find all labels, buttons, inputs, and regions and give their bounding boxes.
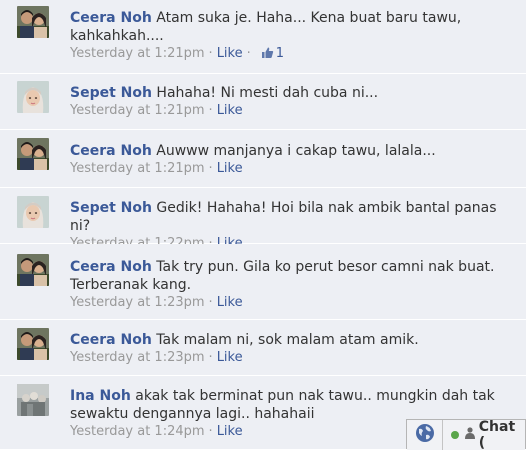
avatar[interactable] [17, 254, 49, 286]
comment-body: Ceera Noh Atam suka je. Haha... Kena bua… [70, 9, 520, 63]
separator: · [208, 46, 213, 61]
separator: · [208, 424, 213, 439]
comment-timestamp[interactable]: Yesterday at 1:24pm [70, 424, 205, 439]
comment-meta: Yesterday at 1:23pm · Like [70, 294, 520, 312]
comment-timestamp[interactable]: Yesterday at 1:23pm [70, 350, 205, 365]
like-link[interactable]: Like [217, 46, 243, 61]
comment-meta: Yesterday at 1:21pm · Like · 1 [70, 45, 520, 63]
avatar[interactable] [17, 81, 49, 113]
comment-item: Ceera Noh Tak try pun. Gila ko perut bes… [0, 244, 526, 320]
separator: · [208, 295, 213, 310]
separator: · [246, 46, 251, 61]
comment-timestamp[interactable]: Yesterday at 1:23pm [70, 295, 205, 310]
comment-body: Ceera Noh Tak malam ni, sok malam atam a… [70, 331, 520, 367]
like-count[interactable]: 1 [276, 46, 284, 61]
comment-text: Hahaha! Ni mesti dah cuba ni... [156, 85, 379, 101]
chat-person-icon [464, 427, 475, 443]
like-link[interactable]: Like [217, 424, 243, 439]
comment-item: Sepet Noh Gedik! Hahaha! Hoi bila nak am… [0, 188, 526, 251]
comment-author[interactable]: Ina Noh [70, 388, 131, 404]
thumbs-up-icon[interactable] [261, 46, 274, 59]
chat-bar: Chat ( [406, 419, 526, 451]
comment-item: Sepet Noh Hahaha! Ni mesti dah cuba ni..… [0, 74, 526, 130]
comment-timestamp[interactable]: Yesterday at 1:21pm [70, 46, 205, 61]
comment-text: Tak malam ni, sok malam atam amik. [156, 332, 419, 348]
comment-timestamp[interactable]: Yesterday at 1:21pm [70, 103, 205, 118]
comment-body: Ceera Noh Tak try pun. Gila ko perut bes… [70, 258, 520, 312]
like-link[interactable]: Like [217, 295, 243, 310]
avatar[interactable] [17, 384, 49, 416]
comment-item: Ceera Noh Auwww manjanya i cakap tawu, l… [0, 130, 526, 188]
comment-item: Ceera Noh Tak malam ni, sok malam atam a… [0, 320, 526, 376]
notifications-globe-button[interactable] [407, 420, 443, 450]
chat-button[interactable]: Chat ( [443, 419, 525, 451]
separator: · [208, 350, 213, 365]
comment-item: Ceera Noh Atam suka je. Haha... Kena bua… [0, 0, 526, 74]
avatar[interactable] [17, 6, 49, 38]
comment-timestamp[interactable]: Yesterday at 1:21pm [70, 161, 205, 176]
comment-body: Ceera Noh Auwww manjanya i cakap tawu, l… [70, 142, 520, 178]
like-link[interactable]: Like [217, 103, 243, 118]
like-link[interactable]: Like [217, 161, 243, 176]
comment-author[interactable]: Ceera Noh [70, 10, 152, 26]
online-status-dot [451, 431, 459, 439]
comment-author[interactable]: Ceera Noh [70, 259, 152, 275]
comment-body: Sepet Noh Hahaha! Ni mesti dah cuba ni..… [70, 84, 520, 120]
separator: · [208, 161, 213, 176]
separator: · [208, 103, 213, 118]
avatar[interactable] [17, 138, 49, 170]
avatar[interactable] [17, 328, 49, 360]
comment-author[interactable]: Ceera Noh [70, 143, 152, 159]
comment-text: akak tak berminat pun nak tawu.. mungkin… [70, 388, 495, 422]
comment-meta: Yesterday at 1:21pm · Like [70, 160, 520, 178]
comment-meta: Yesterday at 1:21pm · Like [70, 102, 520, 120]
like-link[interactable]: Like [217, 350, 243, 365]
comment-text: Auwww manjanya i cakap tawu, lalala... [156, 143, 436, 159]
comment-author[interactable]: Sepet Noh [70, 200, 152, 216]
comment-author[interactable]: Ceera Noh [70, 332, 152, 348]
comment-meta: Yesterday at 1:23pm · Like [70, 349, 520, 367]
chat-label: Chat ( [478, 419, 516, 451]
avatar[interactable] [17, 196, 49, 228]
globe-icon [415, 423, 435, 447]
comment-author[interactable]: Sepet Noh [70, 85, 152, 101]
